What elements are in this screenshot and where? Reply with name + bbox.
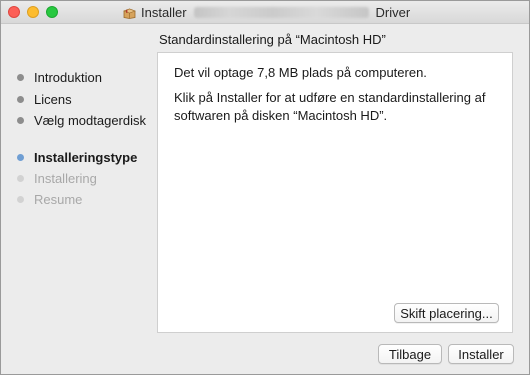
step-label: Introduktion xyxy=(34,69,102,85)
step-dot-icon xyxy=(17,195,24,203)
window-title: Installer Driver xyxy=(123,1,410,23)
step-dot-icon xyxy=(17,153,24,161)
content-panel: Det vil optage 7,8 MB plads på computere… xyxy=(157,52,513,333)
panel-heading: Standardinstallering på “Macintosh HD” xyxy=(159,32,386,47)
step-dot-icon xyxy=(17,73,24,81)
step-label: Resume xyxy=(34,191,83,207)
installer-window: Installer Driver Standardinstallering på… xyxy=(0,0,530,375)
minimize-window-button[interactable] xyxy=(27,6,39,18)
title-suffix: Driver xyxy=(375,4,411,20)
zoom-window-button[interactable] xyxy=(46,6,58,18)
title-prefix: Installer xyxy=(141,4,187,20)
step-licens: Licens xyxy=(17,91,72,107)
step-installation-type: Installeringstype xyxy=(17,149,137,165)
step-installation: Installering xyxy=(17,170,97,186)
back-button[interactable]: Tilbage xyxy=(378,344,442,364)
step-dot-icon xyxy=(17,174,24,182)
package-icon xyxy=(123,7,136,19)
title-bar[interactable]: Installer Driver xyxy=(1,1,529,24)
redacted-title xyxy=(193,6,369,18)
change-location-button[interactable]: Skift placering... xyxy=(394,303,499,323)
space-required-text: Det vil optage 7,8 MB plads på computere… xyxy=(174,65,427,80)
step-label: Licens xyxy=(34,91,72,107)
install-button[interactable]: Installer xyxy=(448,344,514,364)
step-destination: Vælg modtagerdisk xyxy=(17,112,146,128)
step-dot-icon xyxy=(17,116,24,124)
install-instructions-text: Klik på Installer for at udføre en stand… xyxy=(174,90,486,123)
step-label: Installeringstype xyxy=(34,149,138,165)
step-introduktion: Introduktion xyxy=(17,69,102,85)
step-label: Installering xyxy=(34,170,97,186)
close-window-button[interactable] xyxy=(8,6,20,18)
step-summary: Resume xyxy=(17,191,82,207)
step-label: Vælg modtagerdisk xyxy=(34,112,146,128)
step-dot-icon xyxy=(17,95,24,103)
